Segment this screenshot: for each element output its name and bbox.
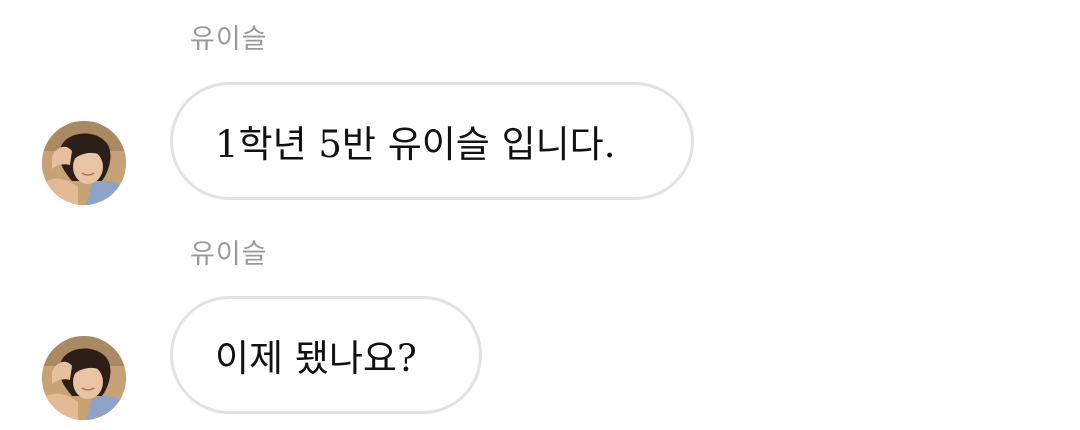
message-group: 유이슬 1학년 5반 유이슬 입니다. — [0, 0, 1080, 215]
avatar[interactable] — [42, 336, 126, 420]
chat-message-list: 유이슬 1학년 5반 유이슬 입니다. 유이슬 이제 됐나요? — [0, 0, 1080, 430]
message-bubble[interactable]: 이제 됐나요? — [170, 296, 482, 414]
message-group: 유이슬 이제 됐나요? — [0, 215, 1080, 430]
sender-name: 유이슬 — [190, 239, 268, 270]
avatar[interactable] — [42, 121, 126, 205]
sender-name: 유이슬 — [190, 24, 268, 55]
profile-photo-avatar-icon — [42, 121, 126, 205]
message-bubble[interactable]: 1학년 5반 유이슬 입니다. — [170, 82, 694, 200]
profile-photo-avatar-icon — [42, 336, 126, 420]
